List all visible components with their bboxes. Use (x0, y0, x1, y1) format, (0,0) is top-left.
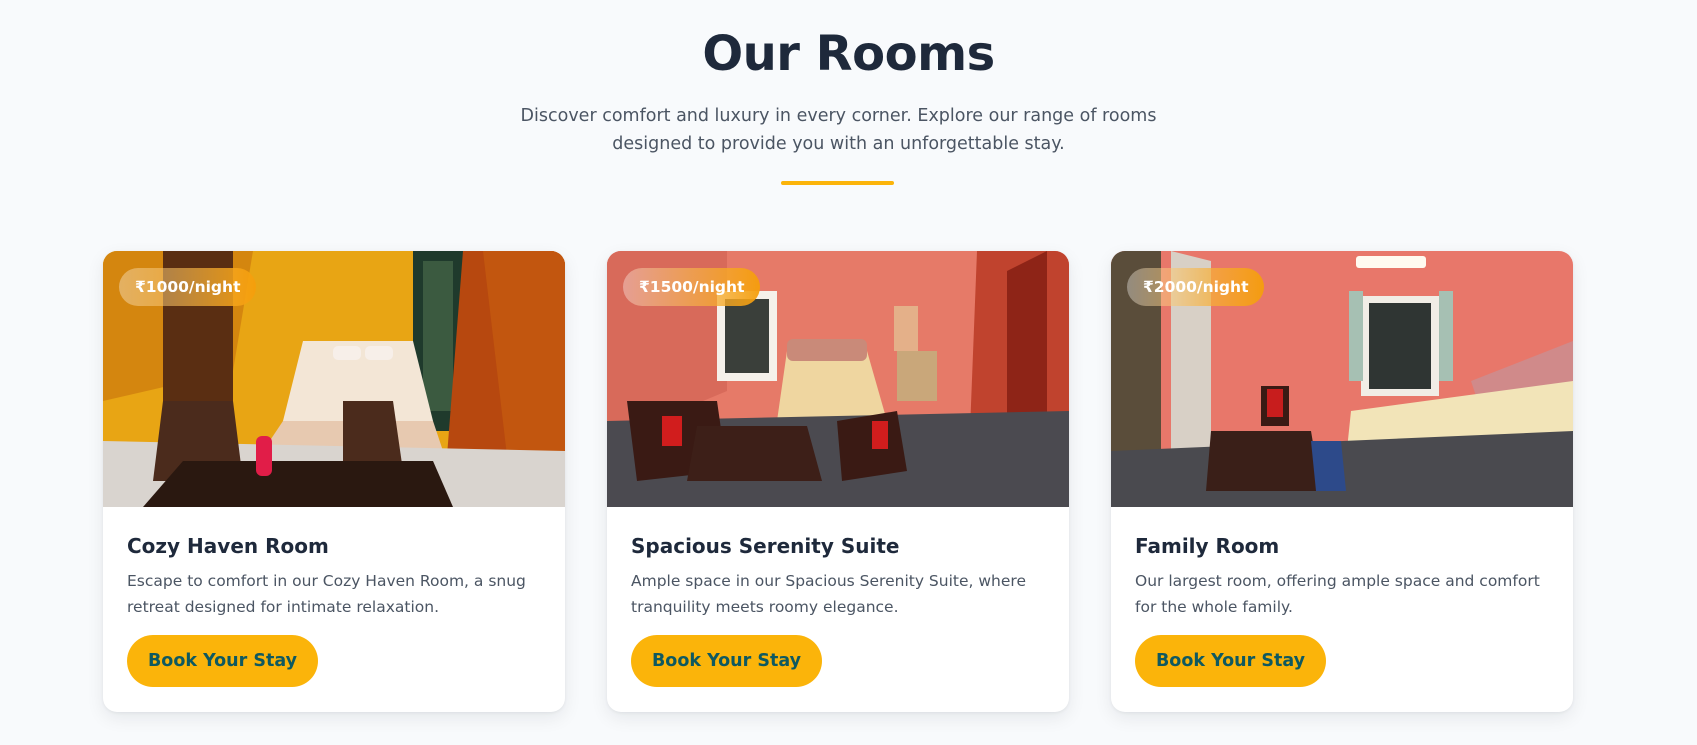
room-cards: ₹1000/night Cozy Haven Room Escape to co… (103, 251, 1573, 712)
card-body: Cozy Haven Room Escape to comfort in our… (127, 532, 547, 620)
room-description: Ample space in our Spacious Serenity Sui… (631, 572, 1026, 616)
room-photo-cozy-haven: ₹1000/night (103, 251, 565, 507)
room-card-cozy-haven: ₹1000/night Cozy Haven Room Escape to co… (103, 251, 565, 712)
room-name: Spacious Serenity Suite (631, 534, 900, 558)
book-stay-button[interactable]: Book Your Stay (631, 635, 822, 687)
price-badge: ₹1500/night (623, 268, 761, 306)
room-card-serenity-suite: ₹1500/night Spacious Serenity Suite Ampl… (607, 251, 1069, 712)
room-description: Escape to comfort in our Cozy Haven Room… (127, 572, 526, 616)
room-card-family: ₹2000/night Family Room Our largest room… (1111, 251, 1573, 712)
price-badge: ₹2000/night (1127, 268, 1265, 306)
rooms-section: Our Rooms Discover comfort and luxury in… (0, 0, 1697, 745)
room-name: Cozy Haven Room (127, 534, 329, 558)
card-body: Spacious Serenity Suite Ample space in o… (631, 532, 1051, 620)
room-photo-family: ₹2000/night (1111, 251, 1573, 507)
title-divider (781, 181, 894, 185)
room-name: Family Room (1135, 534, 1280, 558)
section-subtitle: Discover comfort and luxury in every cor… (520, 106, 1157, 154)
card-body: Family Room Our largest room, offering a… (1135, 532, 1555, 620)
price-badge: ₹1000/night (119, 268, 257, 306)
section-title: Our Rooms (702, 26, 995, 82)
room-photo-serenity-suite: ₹1500/night (607, 251, 1069, 507)
book-stay-button[interactable]: Book Your Stay (1135, 635, 1326, 687)
book-stay-button[interactable]: Book Your Stay (127, 635, 318, 687)
room-description: Our largest room, offering ample space a… (1135, 572, 1540, 616)
